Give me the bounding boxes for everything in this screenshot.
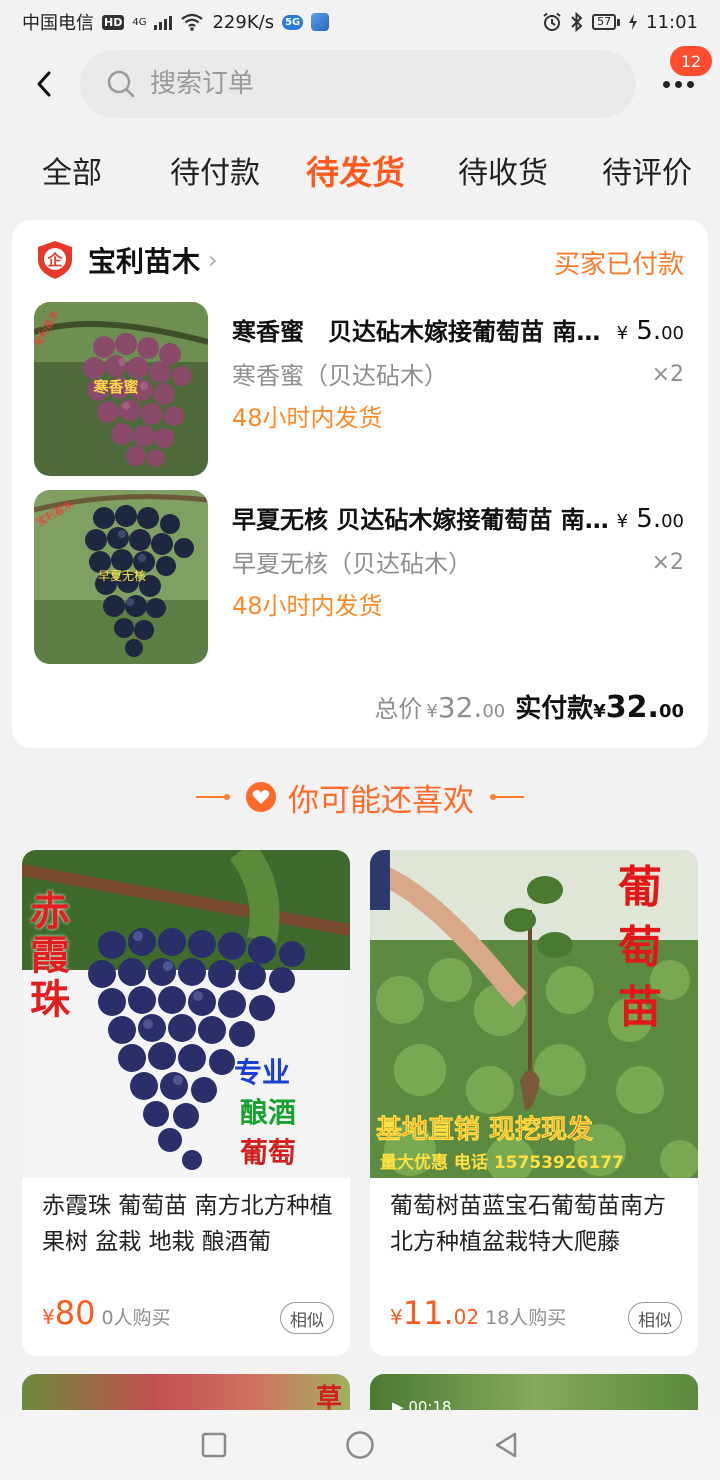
item-quantity: ×2	[651, 550, 684, 575]
tab-pending-shipment[interactable]: 待发货	[306, 146, 405, 194]
network-gen: 4G	[132, 16, 147, 28]
order-tabs: 全部 待付款 待发货 待收货 待评价	[0, 140, 720, 204]
wifi-icon	[181, 13, 204, 31]
shop-badge-text: 企	[46, 251, 63, 269]
thumb-label: 早夏无核	[98, 569, 146, 583]
back-nav-button[interactable]	[488, 1427, 524, 1463]
triangle-back-icon	[495, 1432, 517, 1458]
item-spec: 早夏无核（贝达砧木）	[232, 550, 472, 578]
recents-button[interactable]	[196, 1427, 232, 1463]
bluetooth-icon	[571, 12, 583, 32]
thumb-label: 寒香蜜	[93, 378, 138, 396]
circle-icon	[346, 1431, 374, 1459]
tab-pending-payment[interactable]: 待付款	[170, 148, 260, 192]
order-status: 买家已付款	[553, 250, 684, 280]
item-title: 早夏无核 贝达砧木嫁接葡萄苗 南方北方种植	[232, 506, 614, 534]
item-price: ¥ 5.00	[616, 316, 684, 346]
item-title: 寒香蜜 贝达砧木嫁接葡萄苗 南方北方种植	[232, 318, 614, 346]
tab-pending-review[interactable]: 待评价	[602, 148, 692, 192]
search-bar[interactable]	[80, 50, 636, 118]
product-price: ¥80 0人购买	[42, 1294, 171, 1332]
tab-all[interactable]: 全部	[42, 148, 102, 192]
search-icon	[107, 70, 135, 98]
chevron-right-icon: ›	[208, 246, 218, 274]
product-image: 基地直销 现挖现发 量大优惠 电话 15753926177 葡萄苗	[370, 850, 698, 1184]
product-image: 寒香蜜 宝利苗木	[34, 302, 208, 476]
img-vertical-text: 赤霞珠	[30, 889, 70, 1023]
search-input[interactable]	[150, 69, 590, 99]
product-card[interactable]: 专业 酿酒 葡萄 赤霞珠 赤霞珠 葡萄苗 南方北方种植果树 盆栽 地栽 酿酒葡 …	[22, 850, 350, 1356]
app-notification-icon	[311, 13, 330, 31]
img-text-line: 基地直销 现挖现发	[376, 1114, 593, 1145]
signal-icon	[154, 14, 173, 30]
home-button[interactable]	[342, 1427, 378, 1463]
alarm-icon	[543, 12, 561, 31]
item-spec: 寒香蜜（贝达砧木）	[232, 362, 448, 390]
order-card: 企 宝利苗木 › 买家已付款 寒香蜜 宝利苗木 寒香蜜 贝达砧木嫁接葡萄苗 南方…	[12, 220, 708, 748]
charging-icon	[629, 14, 638, 30]
heart-icon	[246, 782, 276, 812]
order-total: 总价 ¥32.00 实付款 ¥32.00	[374, 688, 684, 725]
product-image: 专业 酿酒 葡萄 赤霞珠	[22, 850, 350, 1178]
chevron-left-icon	[37, 71, 51, 97]
shield-icon: 企	[38, 241, 72, 279]
product-card[interactable]: 基地直销 现挖现发 量大优惠 电话 15753926177 葡萄苗 葡萄树苗蓝宝…	[370, 850, 698, 1356]
total-label: 总价	[374, 695, 423, 723]
similar-button[interactable]: 相似	[280, 1302, 334, 1334]
carrier-name: 中国电信	[22, 13, 94, 34]
recommend-title: 你可能还喜欢	[288, 782, 474, 819]
divider-line	[196, 794, 230, 800]
back-button[interactable]	[28, 66, 60, 102]
product-title: 葡萄树苗蓝宝石葡萄苗南方北方种植盆栽特大爬藤	[390, 1193, 666, 1255]
battery-icon: 57	[592, 14, 621, 30]
message-count-badge: 12	[670, 46, 712, 76]
status-bar: 中国电信 HD 4G 229K/s 5G 57 11:01	[0, 0, 720, 44]
item-shipping-note: 48小时内发货	[232, 404, 383, 432]
item-quantity: ×2	[651, 362, 684, 387]
hd-icon: HD	[102, 14, 125, 30]
img-text-line: 葡萄	[240, 1136, 296, 1169]
sold-count: 0人购买	[101, 1307, 171, 1329]
product-image: 早夏无核 宝利苗木	[34, 490, 208, 664]
square-icon	[201, 1432, 227, 1458]
paid-value: ¥32.00	[593, 690, 684, 725]
product-title: 赤霞珠 葡萄苗 南方北方种植果树 盆栽 地栽 酿酒葡	[42, 1193, 333, 1255]
network-speed: 229K/s	[212, 11, 275, 33]
dot-icon	[686, 80, 694, 88]
recommend-header: 你可能还喜欢	[0, 774, 720, 820]
similar-button[interactable]: 相似	[628, 1302, 682, 1334]
system-nav-bar	[0, 1410, 720, 1480]
header: 12	[0, 46, 720, 120]
5g-icon: 5G	[282, 14, 304, 30]
shop-name: 宝利苗木	[88, 245, 201, 278]
item-shipping-note: 48小时内发货	[232, 592, 383, 620]
total-value: ¥32.00	[426, 691, 506, 724]
sold-count: 18人购买	[485, 1307, 567, 1329]
battery-level: 57	[592, 14, 617, 30]
product-price: ¥11.02 18人购买	[390, 1294, 567, 1332]
dot-icon	[674, 80, 682, 88]
item-price: ¥ 5.00	[616, 504, 684, 534]
img-vertical-text: 葡萄苗	[618, 862, 662, 1033]
img-text-line: 专业	[234, 1056, 290, 1089]
tab-pending-receipt[interactable]: 待收货	[458, 148, 548, 192]
order-item[interactable]: 寒香蜜 宝利苗木 寒香蜜 贝达砧木嫁接葡萄苗 南方北方种植 寒香蜜（贝达砧木） …	[34, 302, 694, 478]
dot-icon	[662, 80, 670, 88]
img-text-line: 量大优惠 电话 15753926177	[380, 1152, 624, 1173]
order-item[interactable]: 早夏无核 宝利苗木 早夏无核 贝达砧木嫁接葡萄苗 南方北方种植 早夏无核（贝达砧…	[34, 490, 694, 666]
clock-time: 11:01	[646, 11, 698, 33]
paid-label: 实付款	[515, 694, 594, 724]
divider-line	[490, 794, 524, 800]
shop-header[interactable]: 企 宝利苗木 ›	[36, 238, 218, 282]
img-text-line: 酿酒	[240, 1096, 296, 1129]
